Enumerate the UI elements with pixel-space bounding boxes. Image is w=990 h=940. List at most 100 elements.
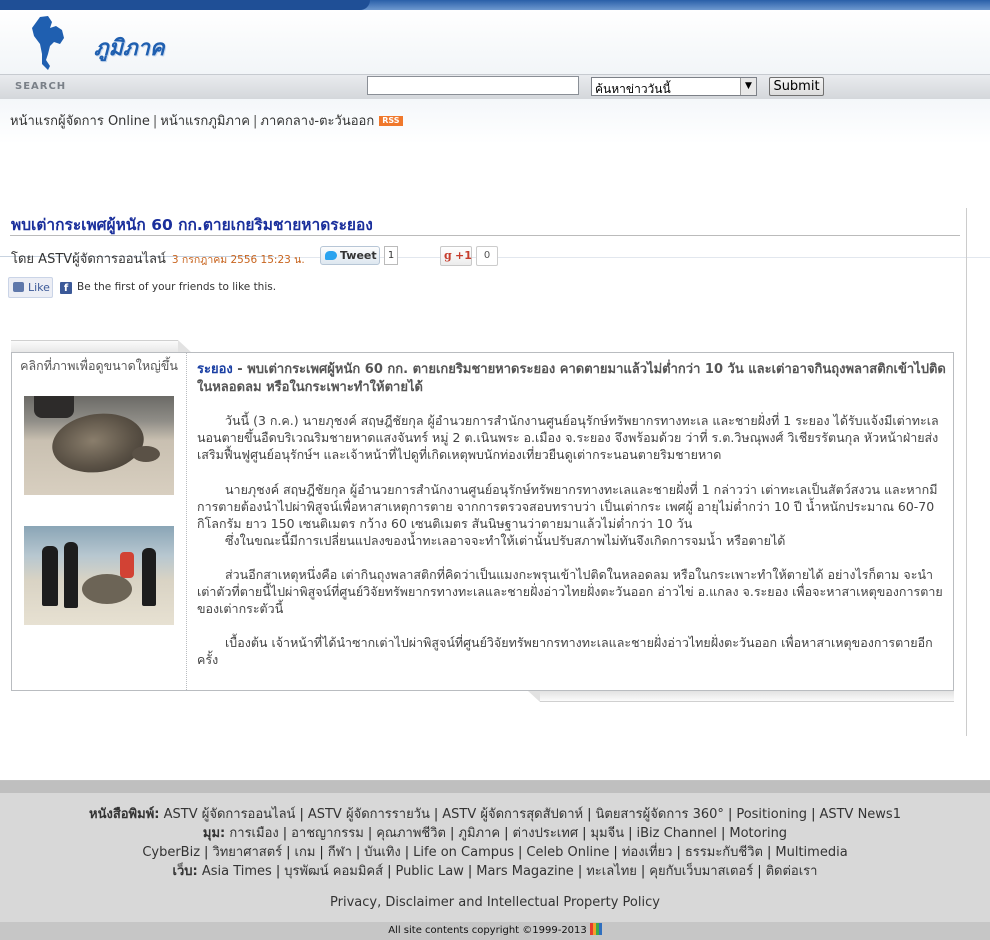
google-plus-button[interactable]: g +1: [440, 246, 472, 266]
footer-link[interactable]: Life on Campus: [413, 845, 514, 860]
photo-legs: [34, 396, 74, 418]
article-box-footer-tab: [528, 691, 954, 702]
paragraph-text: วันนี้ (3 ก.ค.) นายภุชงค์ สฤษฎีชัยกุล ผู…: [197, 413, 939, 462]
footer-link[interactable]: Motoring: [729, 826, 787, 841]
submit-button[interactable]: Submit: [769, 77, 824, 96]
search-label: SEARCH: [15, 81, 67, 92]
article-paragraph: วันนี้ (3 ก.ค.) นายภุชงค์ สฤษฎีชัยกุล ผู…: [197, 412, 947, 463]
footer-link[interactable]: มุมจีน: [590, 826, 624, 841]
footer-link[interactable]: ติดต่อเรา: [766, 864, 818, 879]
footer-sep: |: [757, 864, 762, 879]
footer-sep: |: [518, 845, 523, 860]
google-plus-icon: g: [444, 249, 452, 262]
content-right-border: [966, 208, 967, 736]
footer-link[interactable]: ธรรมะกับชีวิต: [685, 845, 763, 860]
footer-link[interactable]: คุยกับเว็บมาสเตอร์: [649, 864, 753, 879]
footer-sep: |: [676, 845, 681, 860]
footer-link[interactable]: การเมือง: [229, 826, 278, 841]
footer-link[interactable]: ASTV ผู้จัดการรายวัน: [308, 807, 430, 822]
footer-link[interactable]: คุณภาพชีวิต: [376, 826, 446, 841]
footer-sep: |: [319, 845, 324, 860]
nav-separator: |: [252, 114, 258, 129]
fb-like-label: Like: [28, 281, 50, 294]
footer-link[interactable]: นิตยสารผู้จัดการ 360°: [595, 807, 723, 822]
article-paragraph: เบื้องต้น เจ้าหน้าที่ได้นำซากเต่าไปผ่าพิ…: [197, 634, 947, 668]
footer-link[interactable]: iBiz Channel: [637, 826, 717, 841]
thumbs-up-icon: [13, 282, 24, 292]
fb-social-text: Be the first of your friends to like thi…: [77, 281, 277, 293]
footer-link[interactable]: ท่องเที่ยว: [622, 845, 673, 860]
title-divider: [10, 235, 960, 236]
nav-link-central-east[interactable]: ภาคกลาง-ตะวันออก: [260, 114, 374, 129]
footer-sep: |: [467, 864, 473, 879]
photo-person-red: [120, 552, 134, 578]
footer-link[interactable]: Multimedia: [775, 845, 847, 860]
footer-links: หนังสือพิมพ์: ASTV ผู้จัดการออนไลน์ | ASTV…: [0, 805, 990, 881]
footer-link[interactable]: ทะเลไทย: [586, 864, 637, 879]
search-input[interactable]: [367, 76, 579, 95]
nav-divider: [274, 257, 990, 258]
search-scope-value: ค้นหาข่าววันนี้: [595, 82, 671, 96]
nav-link-manager-online[interactable]: หน้าแรกผู้จัดการ Online: [10, 114, 150, 129]
lead-place: ระยอง: [197, 362, 233, 377]
photo-turtle: [48, 407, 148, 479]
rss-badge[interactable]: RSS: [379, 116, 403, 126]
article-photo-2[interactable]: [24, 526, 174, 625]
footer-link[interactable]: เกม: [295, 845, 316, 860]
footer-print-label: หนังสือพิมพ์:: [89, 807, 160, 822]
top-strip-tab: [0, 0, 370, 10]
gplus-count: 0: [476, 246, 498, 266]
footer-view-label: มุม:: [202, 826, 226, 841]
tweet-label: Tweet: [340, 249, 377, 262]
privacy-link[interactable]: Privacy, Disclaimer and Intellectual Pro…: [0, 895, 990, 910]
footer-sep: |: [204, 845, 209, 860]
nav-link-region-home[interactable]: หน้าแรกภูมิภาค: [160, 114, 250, 129]
footer-sep: |: [286, 845, 291, 860]
footer-link[interactable]: วิทยาศาสตร์: [212, 845, 282, 860]
footer-link[interactable]: Mars Magazine: [476, 864, 574, 879]
footer-sep: |: [387, 864, 392, 879]
search-scope-select[interactable]: ค้นหาข่าววันนี้ ▼: [591, 77, 757, 96]
tweet-button[interactable]: Tweet: [320, 246, 380, 265]
paragraph-text: เบื้องต้น เจ้าหน้าที่ได้นำซากเต่าไปผ่าพิ…: [197, 635, 933, 667]
footer-sep: |: [299, 807, 304, 822]
footer-link[interactable]: Celeb Online: [526, 845, 609, 860]
footer-link[interactable]: กีฬา: [328, 845, 352, 860]
footer-link[interactable]: บุรพัฒน์ คอมมิคส์: [284, 864, 383, 879]
footer-link[interactable]: ASTV ผู้จัดการสุดสัปดาห์: [442, 807, 583, 822]
facebook-like-button[interactable]: Like: [8, 277, 53, 298]
footer-link[interactable]: CyberBiz: [142, 845, 200, 860]
footer-sep: |: [640, 864, 646, 879]
footer-top-strip: [0, 781, 990, 793]
chevron-down-icon[interactable]: ▼: [740, 78, 756, 95]
footer-link[interactable]: Positioning: [736, 807, 807, 822]
footer-link[interactable]: ต่างประเทศ: [513, 826, 579, 841]
photo-person: [42, 546, 58, 606]
footer-link[interactable]: อาชญากรรม: [291, 826, 364, 841]
breadcrumb-nav: หน้าแรกผู้จัดการ Online | หน้าแรกภูมิภาค | ภ…: [0, 99, 990, 258]
footer-sep: |: [613, 845, 618, 860]
footer-sep: |: [355, 845, 361, 860]
footer-link[interactable]: Asia Times: [202, 864, 272, 879]
logo-text: ภูมิภาค: [94, 35, 165, 61]
footer-sep: |: [628, 826, 633, 841]
footer-link[interactable]: ภูมิภาค: [458, 826, 500, 841]
photo-caption: คลิกที่ภาพเพื่อดูขนาดใหญ่ขึ้น: [20, 358, 178, 373]
paragraph-text: ส่วนอีกสาเหตุหนึ่งคือ เต่ากินถุงพลาสติกท…: [197, 567, 943, 616]
footer-link[interactable]: บันเทิง: [364, 845, 401, 860]
footer-link[interactable]: Public Law: [395, 864, 463, 879]
site-logo[interactable]: ภูมิภาค: [26, 14, 165, 72]
footer-link[interactable]: ASTV ผู้จัดการออนไลน์: [164, 807, 296, 822]
footer-web-row: เว็บ: Asia Times | บุรพัฒน์ คอมมิคส์ | Publi…: [0, 862, 990, 881]
breadcrumb: หน้าแรกผู้จัดการ Online | หน้าแรกภูมิภาค | ภ…: [10, 110, 403, 131]
article-photo-1[interactable]: [24, 396, 174, 495]
footer-link[interactable]: ASTV News1: [819, 807, 901, 822]
footer-sep: |: [727, 807, 733, 822]
article-byline: โดย ASTVผู้จัดการออนไลน์ 3 กรกฎาคม 2556 1…: [11, 248, 305, 269]
site-header: ภูมิภาค: [0, 10, 990, 74]
copyright-bar: All site contents copyright ©1999-2013: [0, 922, 990, 940]
footer-sep: |: [282, 826, 288, 841]
footer-sep: |: [450, 826, 455, 841]
article-date: 3 กรกฎาคม 2556 15:23 น.: [171, 254, 305, 266]
top-strip: [0, 0, 990, 10]
